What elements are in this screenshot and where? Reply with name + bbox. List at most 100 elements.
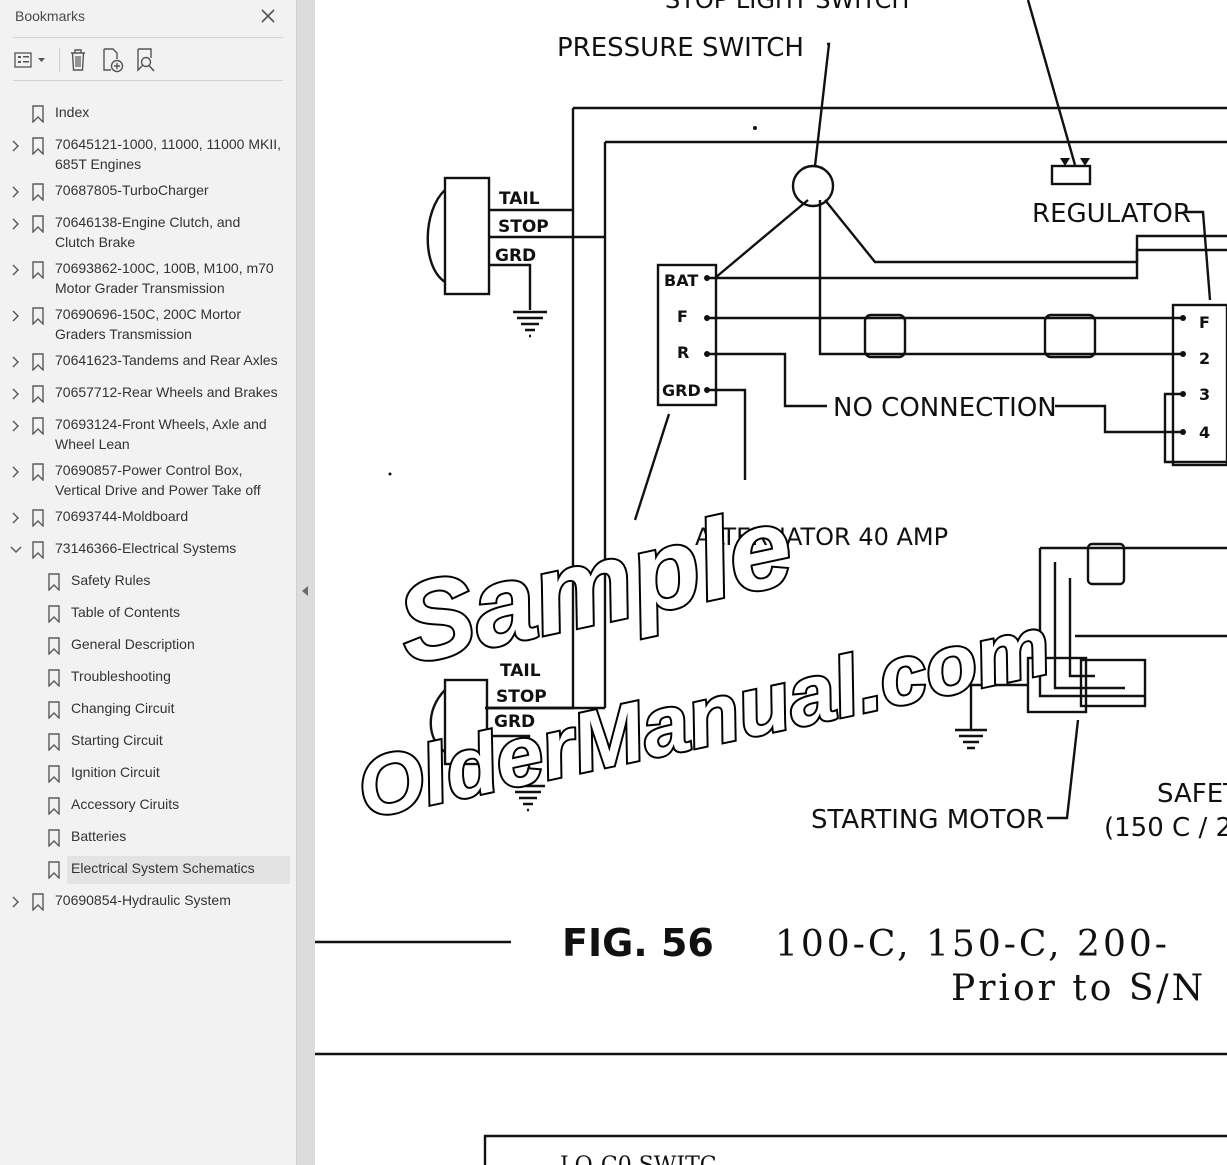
- bookmarks-toolbar: [0, 44, 296, 76]
- bookmark-label-line: General Description: [71, 636, 195, 652]
- figure-prior-text: Prior to S/N: [951, 968, 1206, 1009]
- bookmark-item[interactable]: 70690857-Power Control Box, Vertical Driv…: [0, 462, 296, 502]
- find-bookmark-icon[interactable]: [132, 46, 160, 74]
- bookmark-item[interactable]: 70693124-Front Wheels, Axle and Wheel Lea…: [0, 416, 296, 456]
- bookmark-label-line: Safety Rules: [71, 572, 151, 588]
- bookmark-icon: [47, 669, 61, 688]
- bookmark-item[interactable]: 73146366-Electrical Systems: [0, 540, 296, 560]
- bookmark-item[interactable]: Electrical System Schematics: [0, 856, 296, 884]
- figure-number: FIG. 56: [562, 921, 714, 965]
- bookmark-item[interactable]: Troubleshooting: [0, 668, 296, 688]
- bookmark-icon: [47, 605, 61, 624]
- bookmark-label: 70646138-Engine Clutch, and Clutch Brake: [55, 212, 240, 252]
- bookmark-item[interactable]: 70645121-1000, 11000, 11000 MKII, 685T En…: [0, 136, 296, 176]
- bookmark-item[interactable]: Batteries: [0, 828, 296, 848]
- regulator-label: REGULATOR: [1032, 199, 1191, 229]
- chevron-right-icon[interactable]: [10, 138, 22, 154]
- chevron-right-icon[interactable]: [10, 464, 22, 480]
- bookmark-label: Changing Circuit: [71, 698, 175, 718]
- bat-label: BAT: [664, 271, 698, 290]
- terminal-f-label: F: [1199, 313, 1210, 332]
- chevron-right-icon[interactable]: [10, 216, 22, 232]
- bookmark-label: 70693744-Moldboard: [55, 506, 188, 526]
- bookmark-label-line: Motor Grader Transmission: [55, 280, 225, 296]
- bookmark-icon: [31, 509, 45, 528]
- bookmark-label-line: 70646138-Engine Clutch, and: [55, 214, 241, 230]
- bookmark-label-line: Table of Contents: [71, 604, 180, 620]
- bookmark-label-line: Troubleshooting: [71, 668, 171, 684]
- bookmark-item[interactable]: Table of Contents: [0, 604, 296, 624]
- panel-splitter[interactable]: [296, 0, 316, 1165]
- bookmark-icon: [47, 765, 61, 784]
- chevron-right-icon[interactable]: [10, 262, 22, 278]
- bookmark-label-line: Electrical System Schematics: [71, 860, 255, 876]
- bookmark-label-line: Starting Circuit: [71, 732, 163, 748]
- bookmark-label: 70690696-150C, 200C Mortor Graders Transm…: [55, 304, 241, 344]
- chevron-right-icon[interactable]: [10, 308, 22, 324]
- bookmark-label-line: Clutch Brake: [55, 234, 136, 250]
- grd-terminal-label: GRD: [662, 381, 701, 400]
- bookmark-item[interactable]: 70693862-100C, 100B, M100, m70 Motor Grad…: [0, 260, 296, 300]
- add-bookmark-icon[interactable]: [98, 46, 126, 74]
- bookmark-item[interactable]: Starting Circuit: [0, 732, 296, 752]
- chevron-right-icon[interactable]: [10, 510, 22, 526]
- bookmark-label: Accessory Ciruits: [71, 794, 179, 814]
- bookmark-label: 70690854-Hydraulic System: [55, 890, 231, 910]
- bookmark-item[interactable]: Changing Circuit: [0, 700, 296, 720]
- bookmark-icon: [47, 573, 61, 592]
- bookmark-label-line: 70690854-Hydraulic System: [55, 892, 231, 908]
- chevron-down-icon[interactable]: [10, 542, 22, 558]
- chevron-right-icon[interactable]: [10, 418, 22, 434]
- f-label: F: [677, 307, 688, 326]
- delete-bookmark-icon[interactable]: [64, 46, 92, 74]
- bookmark-label: Starting Circuit: [71, 730, 163, 750]
- bookmark-label-line: 73146366-Electrical Systems: [55, 540, 237, 556]
- bookmark-item[interactable]: 70693744-Moldboard: [0, 508, 296, 528]
- chevron-right-icon[interactable]: [10, 894, 22, 910]
- toolbar-separator: [59, 48, 60, 72]
- bookmark-item[interactable]: Index: [0, 104, 296, 124]
- bookmark-label: Batteries: [71, 826, 126, 846]
- options-menu-icon[interactable]: [12, 46, 50, 74]
- chevron-right-icon[interactable]: [10, 354, 22, 370]
- wiring-schematic: STOP LIGHT SWITCH PRESSURE SWITCH REGULA…: [315, 0, 1227, 1165]
- bookmark-label-line: 70641623-Tandems and Rear Axles: [55, 352, 278, 368]
- bookmark-icon: [31, 893, 45, 912]
- bookmark-label-line: 70690696-150C, 200C Mortor: [55, 306, 242, 322]
- bookmark-label-line: 70693862-100C, 100B, M100, m70: [55, 260, 274, 276]
- chevron-right-icon[interactable]: [10, 184, 22, 200]
- watermark: Sample OlderManual.com: [347, 480, 1060, 838]
- no-connection-label: NO CONNECTION: [833, 393, 1057, 423]
- bookmark-item[interactable]: 70641623-Tandems and Rear Axles: [0, 352, 296, 372]
- bookmark-label-line: 70693744-Moldboard: [55, 508, 189, 524]
- bookmark-label: 73146366-Electrical Systems: [55, 538, 236, 558]
- close-icon[interactable]: [258, 6, 278, 26]
- bookmark-label-line: Changing Circuit: [71, 700, 175, 716]
- bookmark-item[interactable]: General Description: [0, 636, 296, 656]
- bookmark-label: Ignition Circuit: [71, 762, 160, 782]
- bookmark-label: 70693124-Front Wheels, Axle and Wheel Lea…: [55, 414, 267, 454]
- r-label: R: [677, 343, 689, 362]
- bookmark-label: General Description: [71, 634, 195, 654]
- bookmark-label-line: Ignition Circuit: [71, 764, 160, 780]
- bookmark-item[interactable]: 70690854-Hydraulic System: [0, 892, 296, 912]
- pressure-switch-label: PRESSURE SWITCH: [557, 33, 804, 63]
- bookmark-icon: [47, 701, 61, 720]
- bookmark-label-line: 70657712-Rear Wheels and Brakes: [55, 384, 278, 400]
- bookmark-item[interactable]: 70690696-150C, 200C Mortor Graders Transm…: [0, 306, 296, 346]
- bookmark-item[interactable]: Ignition Circuit: [0, 764, 296, 784]
- bookmark-item[interactable]: 70657712-Rear Wheels and Brakes: [0, 384, 296, 404]
- bookmark-item[interactable]: Safety Rules: [0, 572, 296, 592]
- panel-title: Bookmarks: [15, 8, 86, 24]
- bookmark-icon: [31, 137, 45, 156]
- bookmark-label-line: Vertical Drive and Power Take off: [55, 482, 261, 498]
- bookmark-item[interactable]: Accessory Ciruits: [0, 796, 296, 816]
- bookmark-label-line: 70687805-TurboCharger: [55, 182, 209, 198]
- collapse-panel-icon[interactable]: [302, 586, 308, 596]
- chevron-right-icon[interactable]: [10, 386, 22, 402]
- stop-label: STOP: [498, 217, 549, 237]
- bookmark-label-line: Accessory Ciruits: [71, 796, 180, 812]
- bookmark-item[interactable]: 70687805-TurboCharger: [0, 182, 296, 202]
- bookmark-icon: [31, 353, 45, 372]
- bookmark-item[interactable]: 70646138-Engine Clutch, and Clutch Brake: [0, 214, 296, 254]
